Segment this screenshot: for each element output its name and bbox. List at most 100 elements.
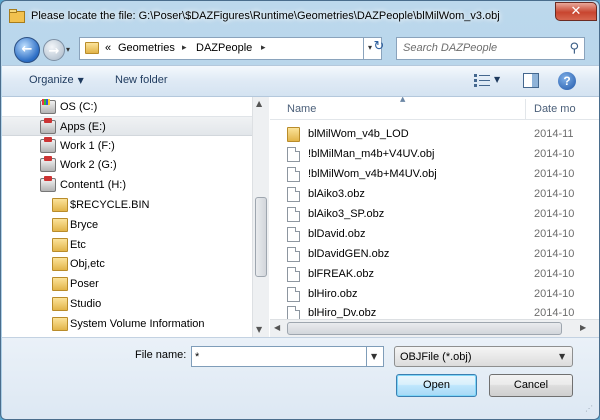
nav-item-label: Studio xyxy=(70,298,102,310)
search-box[interactable]: Search DAZPeople ⚲ xyxy=(396,37,585,60)
new-folder-button[interactable]: New folder xyxy=(115,74,168,86)
file-date: 2014-10 xyxy=(534,148,575,160)
cancel-button[interactable]: Cancel xyxy=(489,374,573,397)
document-icon xyxy=(287,147,300,162)
column-header-name[interactable]: Name xyxy=(287,103,316,115)
nav-item-studio[interactable]: Studio xyxy=(2,294,252,314)
back-button[interactable]: ← xyxy=(14,37,40,63)
resize-grip-icon[interactable]: ⋰ xyxy=(585,404,597,416)
back-arrow-icon: ← xyxy=(21,42,33,57)
views-icon[interactable] xyxy=(474,73,490,87)
close-button[interactable]: ✕ xyxy=(555,2,597,21)
nav-item-work1-f[interactable]: Work 1 (F:) xyxy=(2,136,252,156)
nav-item-poser[interactable]: Poser xyxy=(2,274,252,294)
document-icon xyxy=(287,287,300,302)
nav-item-label: Work 2 (G:) xyxy=(60,159,117,171)
network-drive-icon xyxy=(40,156,56,172)
folder-icon xyxy=(52,297,68,311)
drive-icon xyxy=(40,99,56,114)
scroll-down-icon[interactable]: ▼ xyxy=(256,325,262,334)
scroll-up-icon[interactable]: ▲ xyxy=(256,99,262,108)
breadcrumb-geometries[interactable]: Geometries xyxy=(118,42,175,54)
nav-item-label: OS (C:) xyxy=(60,101,98,113)
nav-item-content1-h[interactable]: Content1 (H:) xyxy=(2,175,252,195)
file-name: blFREAK.obz xyxy=(308,268,375,280)
browser-area: OS (C:) Apps (E:) Work 1 (F:) Work 2 (G:… xyxy=(2,97,599,337)
nav-item-label: Bryce xyxy=(70,219,99,231)
help-icon[interactable]: ? xyxy=(558,72,576,90)
recent-locations-dropdown[interactable]: ▾ xyxy=(66,45,70,54)
column-header-date[interactable]: Date mo xyxy=(534,103,576,115)
file-type-select[interactable]: OBJFile (*.obj) ▼ xyxy=(394,346,573,367)
column-header-row: ▲ Name Date mo xyxy=(270,97,599,120)
refresh-button[interactable]: ↻ xyxy=(369,39,389,59)
file-row[interactable]: blMilWom_v4b_LOD 2014-11 xyxy=(270,124,599,144)
nav-item-label: Apps (E:) xyxy=(60,121,106,133)
file-name-label: File name: xyxy=(135,349,187,361)
file-row[interactable]: blFREAK.obz 2014-10 xyxy=(270,264,599,284)
file-name: blAiko3.obz xyxy=(308,188,365,200)
close-icon: ✕ xyxy=(570,4,582,19)
nav-item-etc[interactable]: Etc xyxy=(2,235,252,255)
file-name-dropdown[interactable]: ▼ xyxy=(367,346,384,367)
nav-item-system-volume-information[interactable]: System Volume Information xyxy=(2,314,252,334)
file-row[interactable]: blDavid.obz 2014-10 xyxy=(270,224,599,244)
network-drive-icon xyxy=(40,176,56,192)
forward-arrow-icon: → xyxy=(48,44,60,59)
file-date: 2014-10 xyxy=(534,208,575,220)
open-button[interactable]: Open xyxy=(396,374,477,397)
file-type-value: OBJFile (*.obj) xyxy=(400,351,472,363)
network-drive-icon xyxy=(40,137,56,153)
file-row[interactable]: blAiko3.obz 2014-10 xyxy=(270,184,599,204)
views-dropdown[interactable]: ▼ xyxy=(494,75,500,84)
scrollbar-thumb[interactable] xyxy=(287,322,562,335)
file-row[interactable]: !blMilWom_v4b+M4UV.obj 2014-10 xyxy=(270,164,599,184)
chevron-down-icon: ▼ xyxy=(77,76,84,85)
title-bar[interactable]: Please locate the file: G:\Poser\$DAZFig… xyxy=(1,1,599,31)
chevron-down-icon: ▼ xyxy=(559,352,566,361)
nav-item-bryce[interactable]: Bryce xyxy=(2,215,252,235)
file-type-dropdown[interactable]: ▼ xyxy=(555,347,572,366)
document-icon xyxy=(287,187,300,202)
refresh-icon: ↻ xyxy=(373,39,385,54)
address-overflow[interactable]: « xyxy=(105,42,111,54)
folder-icon xyxy=(287,127,300,142)
file-row[interactable]: blDavidGEN.obz 2014-10 xyxy=(270,244,599,264)
nav-item-label: Content1 (H:) xyxy=(60,179,127,191)
nav-item-recycle-bin[interactable]: $RECYCLE.BIN xyxy=(2,195,252,215)
column-divider[interactable] xyxy=(525,99,526,119)
file-date: 2014-10 xyxy=(534,168,575,180)
breadcrumb-separator-icon[interactable]: ▸ xyxy=(261,42,266,53)
address-bar[interactable]: « Geometries ▸ DAZPeople ▸ xyxy=(79,37,364,60)
preview-pane-icon[interactable] xyxy=(523,73,539,88)
nav-item-obj-etc[interactable]: Obj,etc xyxy=(2,254,252,274)
file-name: blHiro.obz xyxy=(308,288,358,300)
sort-ascending-icon: ▲ xyxy=(400,97,406,103)
folder-icon xyxy=(52,238,68,252)
breadcrumb-dazpeople[interactable]: DAZPeople xyxy=(196,42,252,54)
forward-button[interactable]: → xyxy=(43,39,65,61)
file-row[interactable]: blHiro.obz 2014-10 xyxy=(270,284,599,304)
scroll-left-icon[interactable]: ◀ xyxy=(274,323,280,332)
document-icon xyxy=(287,227,300,242)
file-name-field[interactable] xyxy=(191,346,367,367)
breadcrumb-separator-icon[interactable]: ▸ xyxy=(182,42,187,53)
file-list-hscrollbar[interactable]: ◀ ▶ xyxy=(270,319,599,337)
nav-item-label: System Volume Information xyxy=(70,318,205,330)
file-row[interactable]: !blMilMan_m4b+V4UV.obj 2014-10 xyxy=(270,144,599,164)
nav-item-os-c[interactable]: OS (C:) xyxy=(2,97,252,117)
scrollbar-thumb[interactable] xyxy=(255,197,267,277)
file-date: 2014-10 xyxy=(534,188,575,200)
file-row[interactable]: blAiko3_SP.obz 2014-10 xyxy=(270,204,599,224)
nav-pane-scrollbar[interactable]: ▲ ▼ xyxy=(252,97,269,337)
nav-item-apps-e[interactable]: Apps (E:) xyxy=(2,116,252,136)
search-icon[interactable]: ⚲ xyxy=(569,41,579,56)
nav-item-work2-g[interactable]: Work 2 (G:) xyxy=(2,155,252,175)
file-date: 2014-10 xyxy=(534,268,575,280)
scroll-right-icon[interactable]: ▶ xyxy=(580,323,586,332)
folder-icon xyxy=(52,218,68,232)
search-placeholder[interactable]: Search DAZPeople xyxy=(403,42,497,54)
file-name-input[interactable] xyxy=(195,349,363,364)
organize-button[interactable]: Organize ▼ xyxy=(29,74,84,86)
app-icon xyxy=(9,9,25,23)
